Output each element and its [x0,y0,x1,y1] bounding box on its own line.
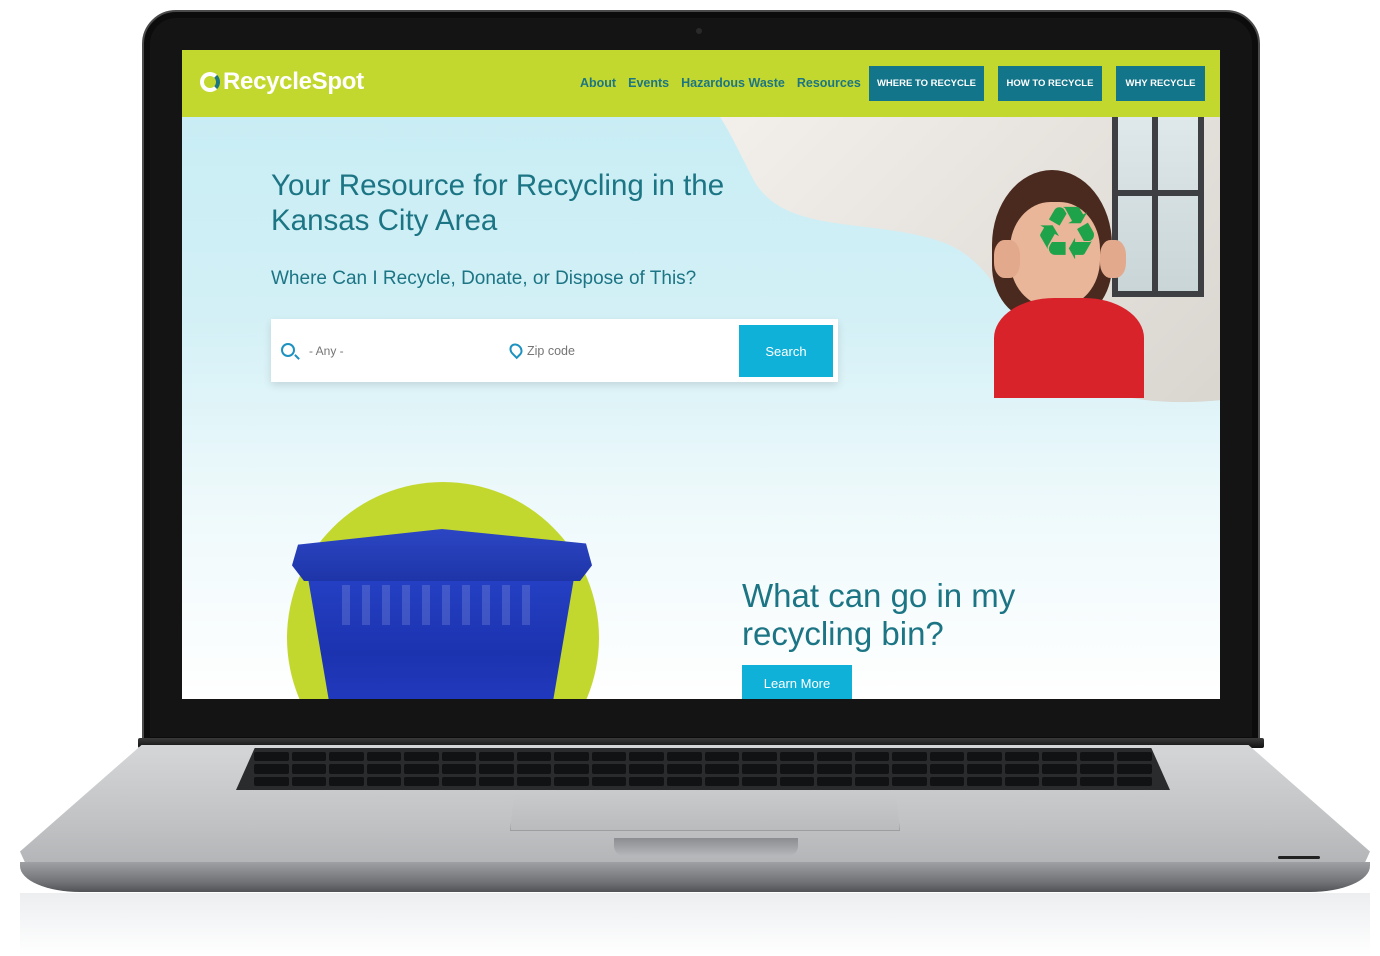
where-to-recycle-button[interactable]: WHERE TO RECYCLE [869,66,984,101]
laptop-base-edge [20,862,1370,892]
photo-left-hand [994,240,1020,278]
recycle-symbol-icon: ♻ [1033,191,1101,277]
how-to-recycle-button[interactable]: HOW TO RECYCLE [998,66,1102,101]
photo-window-bar [1112,190,1204,196]
top-navigation: RecycleSpot About Events Hazardous Waste… [182,50,1220,117]
item-search-input[interactable] [309,343,489,359]
recycling-bin-ribs [342,585,542,625]
learn-more-button[interactable]: Learn More [742,665,852,699]
recycle-logo-icon [200,72,220,92]
hero-subtitle: Where Can I Recycle, Donate, or Dispose … [271,268,697,289]
photo-girl-shirt [994,298,1144,398]
nav-link-resources[interactable]: Resources [797,76,861,90]
laptop-camera [696,28,702,34]
nav-link-about[interactable]: About [580,76,616,90]
laptop-notch [614,838,798,856]
search-icon [281,343,295,357]
laptop-reflection [20,893,1370,956]
why-recycle-button[interactable]: WHY RECYCLE [1116,66,1205,101]
laptop-trackpad [510,795,900,831]
site-logo[interactable]: RecycleSpot [200,68,364,96]
nav-links: About Events Hazardous Waste Resources [580,76,861,90]
laptop-indicator-light [1278,856,1320,859]
laptop-screen: ♻ RecycleSpot About Events Hazardous Was… [182,50,1220,699]
nav-link-hazardous-waste[interactable]: Hazardous Waste [681,76,785,90]
laptop-keyboard [236,748,1170,790]
location-pin-icon [506,340,526,360]
hero-title: Your Resource for Recycling in the Kansa… [271,169,725,237]
photo-window [1112,117,1204,297]
zip-code-input[interactable] [527,343,727,359]
nav-link-events[interactable]: Events [628,76,669,90]
search-button[interactable]: Search [739,325,833,377]
logo-text: RecycleSpot [223,68,364,95]
search-bar: Search [271,319,838,382]
bin-section-title: What can go in my recycling bin? [742,577,1016,652]
